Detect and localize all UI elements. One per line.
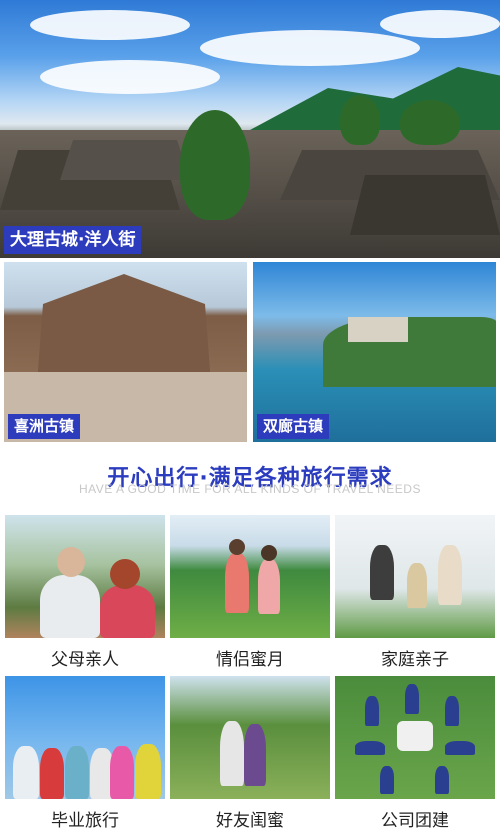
travel-type-label: 好友闺蜜 [216,811,284,831]
friends-photo [170,676,330,799]
travel-type-team-building: 公司团建 [335,676,495,831]
travel-type-family: 家庭亲子 [335,515,495,670]
travel-type-friends: 好友闺蜜 [170,676,330,831]
travel-type-label: 父母亲人 [51,650,119,670]
photo-location-tag: 双廊古镇 [257,414,330,439]
travel-type-label: 毕业旅行 [51,811,119,831]
photo-shuanglang-town: 双廊古镇 [253,262,496,442]
photo-location-tag: 喜洲古镇 [8,414,81,439]
travel-type-label: 家庭亲子 [381,650,449,670]
travel-type-label: 情侣蜜月 [216,650,284,670]
family-photo [335,515,495,638]
slogan-subtitle: HAVE A GOOD TIME FOR ALL KINDS OF TRAVEL… [79,482,421,496]
graduation-photo [5,676,165,799]
photo-xizhou-town: 喜洲古镇 [4,262,247,442]
team-building-photo [335,676,495,799]
travel-type-couples: 情侣蜜月 [170,515,330,670]
couple-photo [170,515,330,638]
hero-photo-dali-old-town: 大理古城·洋人街 [0,0,500,258]
hero-location-tag: 大理古城·洋人街 [4,226,142,254]
travel-type-parents: 父母亲人 [5,515,165,670]
travel-type-graduation: 毕业旅行 [5,676,165,831]
travel-type-label: 公司团建 [381,811,449,831]
parents-photo [5,515,165,638]
